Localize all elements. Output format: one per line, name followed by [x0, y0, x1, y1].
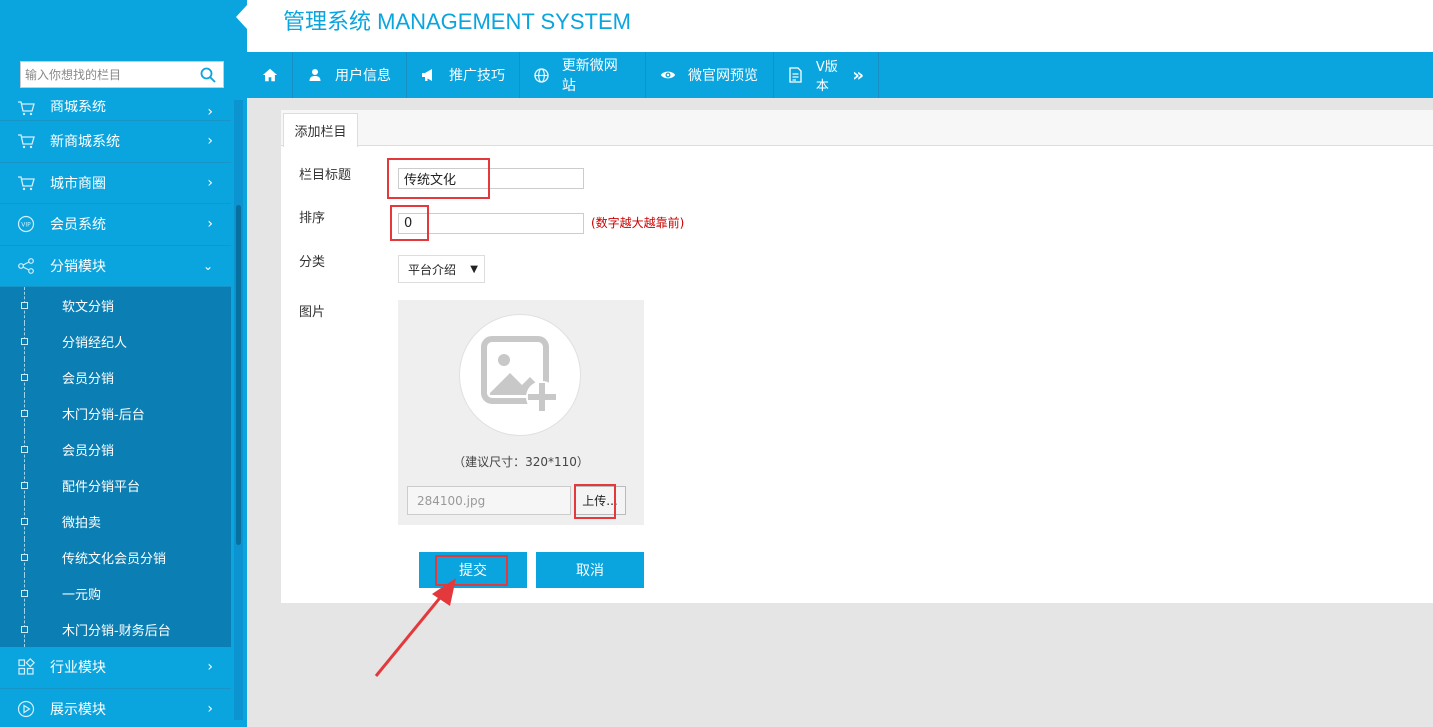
image-upload-area: （建议尺寸：320*110） 284100.jpg 上传...	[398, 300, 644, 525]
nav-label: 推广技巧	[449, 68, 505, 84]
megaphone-icon	[421, 67, 437, 83]
submenu-item[interactable]: 配件分销平台	[0, 467, 231, 503]
sidebar-item-label: 商城系统	[50, 100, 106, 115]
highlight-box	[574, 484, 616, 519]
content-panel: 添加栏目 栏目标题 传统文化 排序 0 (数字越大越靠前) 分类 平台介绍 ▼ …	[281, 110, 1433, 603]
title-label: 栏目标题	[299, 168, 352, 183]
play-icon	[16, 699, 36, 719]
sort-hint: (数字越大越靠前)	[591, 216, 685, 230]
image-size-hint: （建议尺寸：320*110）	[453, 455, 589, 469]
nav-label: V版本	[815, 60, 838, 94]
sidebar-item-label: 新商城系统	[50, 134, 120, 151]
search-input[interactable]	[21, 62, 191, 87]
cart-icon	[16, 131, 36, 151]
share-icon	[16, 256, 36, 276]
sidebar-item-label: 会员系统	[50, 217, 106, 234]
sidebar-item-mall[interactable]: 商城系统 ›	[0, 100, 231, 121]
nav-update-site[interactable]: 更新微网站	[520, 52, 646, 98]
category-label: 分类	[299, 255, 326, 270]
submenu-item[interactable]: 会员分销	[0, 359, 231, 395]
sidebar-item-industry[interactable]: 行业模块 ›	[0, 647, 231, 689]
top-nav: 用户信息 推广技巧 更新微网站 微官网预览 V版本 »	[247, 52, 1433, 98]
sidebar-item-label: 分销模块	[50, 258, 106, 275]
sidebar-item-display[interactable]: 展示模块 ›	[0, 689, 231, 727]
submenu-item[interactable]: 分销经纪人	[0, 323, 231, 359]
sidebar-item-member[interactable]: VIP 会员系统 ›	[0, 204, 231, 246]
tab-bar: 添加栏目	[281, 110, 1433, 147]
sort-label: 排序	[299, 211, 326, 226]
highlight-box	[390, 205, 429, 241]
nav-label: 微官网预览	[688, 68, 758, 84]
nav-v-version[interactable]: V版本 »	[774, 52, 879, 98]
submenu-item[interactable]: 传统文化会员分销	[0, 539, 231, 575]
chevron-right-icon: ›	[207, 133, 213, 150]
image-placeholder[interactable]	[459, 314, 581, 436]
highlight-box	[387, 158, 490, 199]
submenu-item[interactable]: 一元购	[0, 575, 231, 611]
caret-down-icon: ▼	[470, 264, 478, 275]
cart-icon	[16, 100, 36, 118]
sidebar: 商城系统 › 新商城系统 › 城市商圈 › VIP 会员系统 › 分销模块 ⌄ …	[0, 0, 247, 727]
annotation-arrow-icon	[374, 578, 456, 677]
user-icon	[307, 67, 323, 83]
grid-icon	[16, 657, 36, 677]
search-box[interactable]	[20, 61, 224, 88]
submenu-item[interactable]: 木门分销-财务后台	[0, 611, 231, 647]
chevron-right-icon: ›	[207, 174, 213, 191]
nav-user-info[interactable]: 用户信息	[293, 52, 407, 98]
sidebar-item-city-circle[interactable]: 城市商圈 ›	[0, 163, 231, 204]
category-value: 平台介绍	[408, 262, 457, 277]
chevron-right-icon: ›	[207, 104, 213, 120]
vip-icon: VIP	[16, 214, 36, 234]
nav-promo-tips[interactable]: 推广技巧	[407, 52, 520, 98]
submenu-item[interactable]: 软文分销	[0, 287, 231, 323]
sidebar-item-label: 展示模块	[50, 701, 106, 718]
header: 管理系统 MANAGEMENT SYSTEM	[247, 0, 1433, 52]
add-image-icon	[481, 336, 558, 413]
submenu-distribution: 软文分销 分销经纪人 会员分销 木门分销-后台 会员分销 配件分销平台 微拍卖 …	[0, 287, 231, 647]
image-label: 图片	[299, 305, 326, 320]
chevron-right-icon: ›	[207, 216, 213, 233]
svg-text:VIP: VIP	[21, 222, 31, 229]
sidebar-item-label: 行业模块	[50, 660, 106, 677]
submenu-item[interactable]: 木门分销-后台	[0, 395, 231, 431]
chevron-right-icon: ›	[207, 659, 213, 676]
eye-icon	[660, 67, 676, 83]
sidebar-menu: 商城系统 › 新商城系统 › 城市商圈 › VIP 会员系统 › 分销模块 ⌄ …	[0, 100, 231, 727]
nav-preview[interactable]: 微官网预览	[646, 52, 774, 98]
submenu-item[interactable]: 会员分销	[0, 431, 231, 467]
nav-label: 更新微网站	[561, 58, 618, 94]
sidebar-item-label: 城市商圈	[50, 175, 106, 192]
sidebar-scrollbar-thumb[interactable]	[236, 205, 241, 545]
doc-icon	[788, 67, 804, 83]
home-icon	[262, 67, 278, 83]
chevron-down-icon: ⌄	[202, 258, 213, 273]
tab-add-column[interactable]: 添加栏目	[283, 113, 358, 147]
file-name-field[interactable]: 284100.jpg	[407, 486, 571, 515]
sidebar-notch	[236, 5, 247, 29]
globe-icon	[534, 67, 550, 83]
search-icon[interactable]	[200, 67, 216, 83]
app-title: 管理系统 MANAGEMENT SYSTEM	[283, 9, 631, 34]
chevron-right-icon: ›	[207, 700, 213, 717]
home-button[interactable]	[247, 52, 293, 98]
sidebar-item-new-mall[interactable]: 新商城系统 ›	[0, 121, 231, 163]
nav-label: 用户信息	[335, 68, 391, 84]
submenu-item[interactable]: 微拍卖	[0, 503, 231, 539]
sidebar-item-distribution[interactable]: 分销模块 ⌄	[0, 246, 231, 287]
cancel-button[interactable]: 取消	[536, 552, 644, 588]
cart-icon	[16, 173, 36, 193]
double-chevron-right-icon: »	[852, 64, 864, 86]
category-select[interactable]: 平台介绍 ▼	[398, 255, 485, 283]
